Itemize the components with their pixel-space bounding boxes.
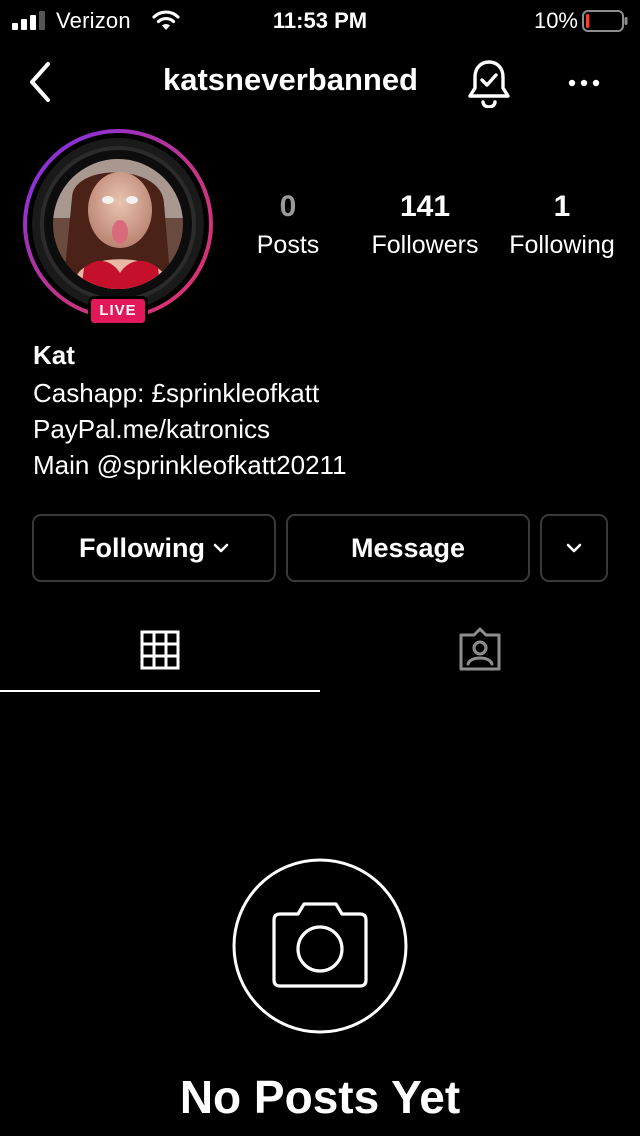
chevron-down-icon <box>566 543 582 553</box>
camera-icon <box>232 858 408 1034</box>
suggested-accounts-button[interactable] <box>540 514 608 582</box>
tagged-icon <box>459 627 501 671</box>
stat-following[interactable]: 1 Following <box>497 190 627 262</box>
stat-following-value: 1 <box>553 190 571 223</box>
back-icon[interactable] <box>22 58 62 106</box>
grid-icon <box>140 630 180 670</box>
profile-username: katsneverbanned <box>163 62 418 97</box>
chevron-down-icon <box>213 543 229 553</box>
avatar[interactable] <box>22 128 214 320</box>
bio-line-cashapp: Cashapp: £sprinkleofkatt <box>33 378 320 408</box>
stat-posts-value: 0 <box>279 190 297 223</box>
stat-followers-value: 141 <box>399 190 451 223</box>
bio-line-paypal[interactable]: PayPal.me/katronics <box>33 414 270 445</box>
tab-posts-grid[interactable] <box>0 606 320 694</box>
stat-posts[interactable]: 0 Posts <box>223 190 353 262</box>
bio-line-main-account[interactable]: Main @sprinkleofkatt20211 <box>33 450 347 481</box>
message-button-label: Message <box>350 532 466 563</box>
tab-tagged[interactable] <box>320 606 640 694</box>
following-button-label: Following <box>79 532 205 563</box>
message-button[interactable]: Message <box>286 514 530 582</box>
stat-followers[interactable]: 141 Followers <box>360 190 490 262</box>
battery-percent: 10% <box>533 8 578 33</box>
live-badge[interactable]: LIVE <box>88 296 148 326</box>
tab-selected-indicator <box>0 690 320 692</box>
more-icon[interactable] <box>564 66 604 100</box>
empty-state-title: No Posts Yet <box>179 1071 461 1123</box>
stat-following-label: Following <box>509 231 615 259</box>
status-bar: Verizon 11:53 PM 10% <box>0 0 640 44</box>
profile-name: Kat <box>33 340 75 370</box>
stat-posts-label: Posts <box>256 231 320 259</box>
stat-followers-label: Followers <box>371 231 479 259</box>
bell-check-icon[interactable] <box>466 58 512 108</box>
battery-icon <box>582 10 628 32</box>
following-button[interactable]: Following <box>32 514 276 582</box>
